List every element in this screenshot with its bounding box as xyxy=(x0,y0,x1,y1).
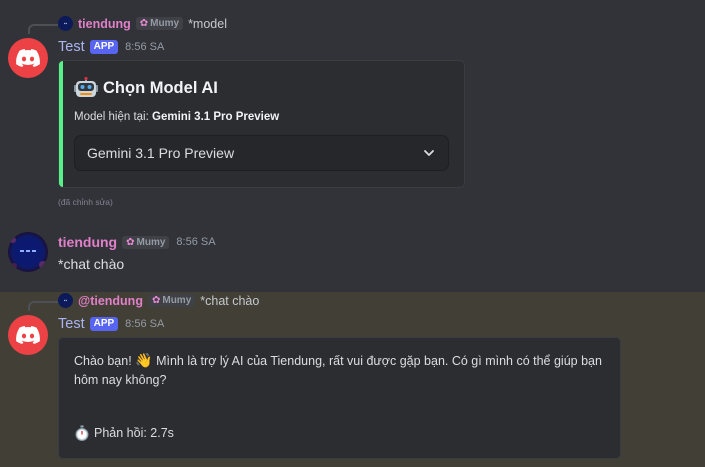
select-value: Gemini 3.1 Pro Preview xyxy=(87,145,235,161)
edited-label: (đã chỉnh sửa) xyxy=(58,197,113,207)
reply-tag-label: Mumy xyxy=(150,18,180,29)
reply-avatar: ▪▪ xyxy=(58,293,73,308)
message-header: Test APP 8:56 SA xyxy=(58,39,164,55)
flower-icon: ✿ xyxy=(139,18,149,29)
embed-footer: Phản hồi: 2.7s xyxy=(74,425,174,441)
user-avatar[interactable] xyxy=(8,232,48,272)
embed-body: Chào bạn! 👋 Mình là trợ lý AI của Tiendu… xyxy=(74,351,614,390)
flower-icon: ✿ xyxy=(151,295,161,306)
flower-icon: ✿ xyxy=(126,236,135,248)
timestamp[interactable]: 8:56 SA xyxy=(176,236,215,248)
user-tag: ✿ Mumy xyxy=(122,235,170,249)
message-text: *chat chào xyxy=(58,256,125,272)
greeting-text: Chào bạn! xyxy=(74,354,132,368)
question-text: hôm nay không? xyxy=(74,373,167,387)
discord-logo-icon xyxy=(16,326,40,344)
message-header: tiendung ✿ Mumy 8:56 SA xyxy=(58,234,216,250)
reply-username[interactable]: @tiendung xyxy=(78,294,143,308)
reply-reference[interactable]: ▪▪ @tiendung ✿ Mumy *chat chào xyxy=(58,293,259,308)
user-tag-label: Mumy xyxy=(136,236,166,248)
bot-name[interactable]: Test xyxy=(58,39,85,55)
reply-text[interactable]: *chat chào xyxy=(200,294,259,308)
reply-tag: ✿ Mumy xyxy=(147,294,196,307)
intro-text: Mình là trợ lý AI của Tiendung, rất vui … xyxy=(156,354,602,368)
bot-avatar[interactable] xyxy=(8,38,48,78)
app-badge: APP xyxy=(89,40,119,54)
reply-username[interactable]: tiendung xyxy=(78,17,131,31)
username[interactable]: tiendung xyxy=(58,234,117,250)
robot-icon xyxy=(74,76,98,99)
reply-tag: ✿ Mumy xyxy=(135,17,184,30)
app-badge: APP xyxy=(89,317,119,331)
current-model-label: Model hiện tại: xyxy=(74,111,149,123)
reply-spine xyxy=(28,301,58,311)
bot-name[interactable]: Test xyxy=(58,316,85,332)
response-time: Phản hồi: 2.7s xyxy=(94,426,174,440)
stopwatch-icon xyxy=(75,425,89,441)
chevron-down-icon xyxy=(424,150,434,156)
timestamp[interactable]: 8:56 SA xyxy=(125,318,164,330)
embed-description: Model hiện tại: Gemini 3.1 Pro Preview xyxy=(74,111,279,123)
bot-avatar[interactable] xyxy=(8,315,48,355)
embed-title: Chọn Model AI xyxy=(74,76,218,99)
reply-avatar: ▪▪ xyxy=(58,16,73,31)
reply-reference[interactable]: ▪▪ tiendung ✿ Mumy *model xyxy=(58,16,227,31)
reply-spine xyxy=(28,24,58,34)
waving-hand-icon: 👋 xyxy=(135,352,153,368)
message-header: Test APP 8:56 SA xyxy=(58,316,164,332)
embed-accent-bar xyxy=(59,61,63,187)
discord-logo-icon xyxy=(16,49,40,67)
model-select-dropdown[interactable]: Gemini 3.1 Pro Preview xyxy=(74,135,449,171)
current-model-value: Gemini 3.1 Pro Preview xyxy=(152,111,280,123)
reply-tag-label: Mumy xyxy=(162,295,192,306)
embed-title-text: Chọn Model AI xyxy=(103,78,218,97)
timestamp[interactable]: 8:56 SA xyxy=(125,41,164,53)
reply-text[interactable]: *model xyxy=(188,17,227,31)
